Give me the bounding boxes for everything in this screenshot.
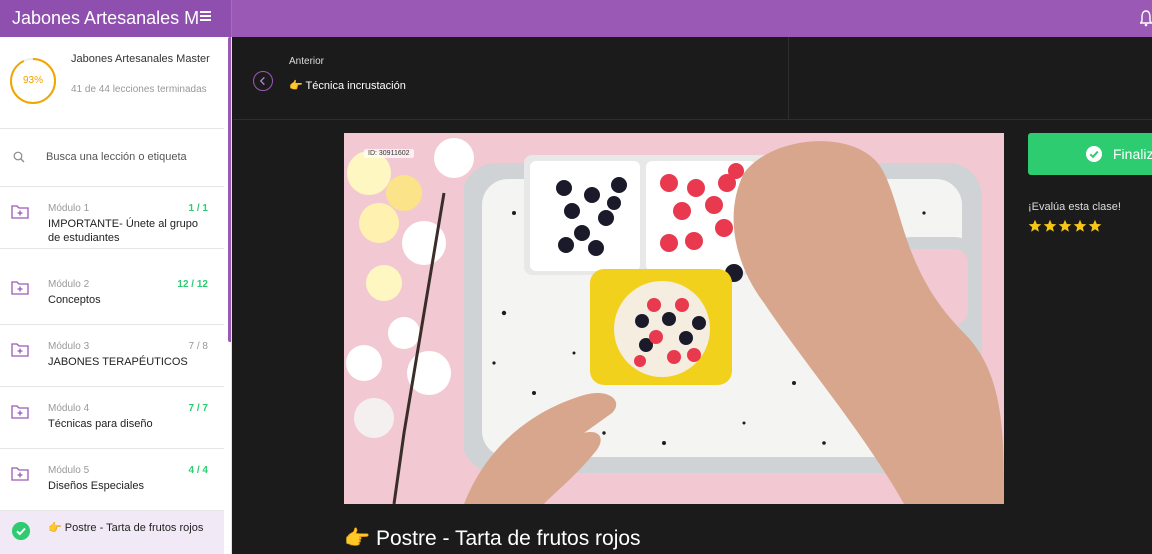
progress-percent: 93% (22, 75, 43, 86)
star-icon[interactable] (1043, 219, 1057, 233)
folder-plus-icon (11, 405, 29, 419)
lesson-content: Anterior 👉 Técnica incrustación ID: 3091… (233, 37, 1152, 554)
module-count: 1 / 1 (188, 203, 208, 214)
module-item[interactable]: Módulo 5 4 / 4 Diseños Especiales (0, 449, 224, 511)
bar-divider (788, 37, 789, 120)
folder-plus-icon (11, 281, 29, 295)
rate-lesson-label: ¡Evalúa esta clase! (1028, 201, 1121, 213)
star-icon[interactable] (1073, 219, 1087, 233)
hamburger-menu-icon[interactable] (200, 11, 212, 23)
folder-plus-icon (11, 343, 29, 357)
lesson-search (0, 129, 224, 187)
module-number: Módulo 5 (48, 465, 90, 476)
chevron-left-icon[interactable] (253, 71, 273, 91)
module-item[interactable]: Módulo 4 7 / 7 Técnicas para diseño (0, 387, 224, 449)
module-number: Módulo 4 (48, 403, 90, 414)
video-frame (344, 133, 1004, 504)
module-item[interactable]: Módulo 3 7 / 8 JABONES TERAPÉUTICOS (0, 325, 224, 387)
folder-plus-icon (11, 205, 29, 219)
check-circle-icon (1086, 146, 1102, 162)
module-number: Módulo 2 (48, 279, 90, 290)
module-title: JABONES TERAPÉUTICOS (48, 356, 188, 368)
check-circle-icon (12, 522, 30, 540)
search-input[interactable] (46, 147, 216, 167)
progress-ring: 93% (9, 57, 57, 105)
video-player[interactable]: ID: 30911602 (344, 133, 1004, 504)
folder-plus-icon (11, 467, 29, 481)
module-title: Técnicas para diseño (48, 418, 153, 430)
module-number: Módulo 1 (48, 203, 90, 214)
previous-lesson-bar: Anterior 👉 Técnica incrustación (233, 37, 1152, 120)
module-item[interactable]: Módulo 2 12 / 12 Conceptos (0, 263, 224, 325)
module-title: Diseños Especiales (48, 480, 144, 492)
module-title: Conceptos (48, 294, 101, 306)
star-icon[interactable] (1028, 219, 1042, 233)
search-icon (13, 151, 25, 163)
sidebar-scrollbar[interactable] (228, 37, 231, 342)
finish-lesson-button[interactable]: Finaliza (1028, 133, 1152, 175)
bell-icon[interactable] (1140, 9, 1152, 27)
previous-lesson-title[interactable]: 👉 Técnica incrustación (289, 79, 406, 92)
module-title: IMPORTANTE- Únete al grupo de estudiante… (48, 218, 198, 244)
lesson-title: 👉 Postre - Tarta de frutos rojos (344, 527, 641, 550)
active-lesson-title: 👉 Postre - Tarta de frutos rojos (48, 522, 204, 534)
module-count: 7 / 7 (188, 403, 208, 414)
star-icon[interactable] (1088, 219, 1102, 233)
star-icon[interactable] (1058, 219, 1072, 233)
rating-stars[interactable] (1028, 219, 1103, 235)
module-count: 4 / 4 (188, 465, 208, 476)
module-item[interactable]: Módulo 1 1 / 1 IMPORTANTE- Únete al grup… (0, 187, 224, 249)
sidebar: 93% Jabones Artesanales Master 41 de 44 … (0, 37, 232, 554)
module-number: Módulo 3 (48, 341, 90, 352)
finish-button-label: Finaliza (1113, 146, 1152, 162)
module-count: 7 / 8 (188, 341, 208, 352)
module-count: 12 / 12 (177, 279, 208, 290)
course-header: 93% Jabones Artesanales Master 41 de 44 … (0, 37, 224, 129)
stock-id-label: ID: 30911602 (364, 149, 414, 158)
top-bar: Jabones Artesanales M (0, 0, 1152, 37)
previous-label[interactable]: Anterior (289, 56, 324, 67)
active-lesson-item[interactable]: 👉 Postre - Tarta de frutos rojos (0, 511, 224, 554)
lessons-progress: 41 de 44 lecciones terminadas (71, 84, 207, 95)
course-title: Jabones Artesanales Master (71, 53, 210, 65)
course-name[interactable]: Jabones Artesanales M (0, 0, 232, 37)
